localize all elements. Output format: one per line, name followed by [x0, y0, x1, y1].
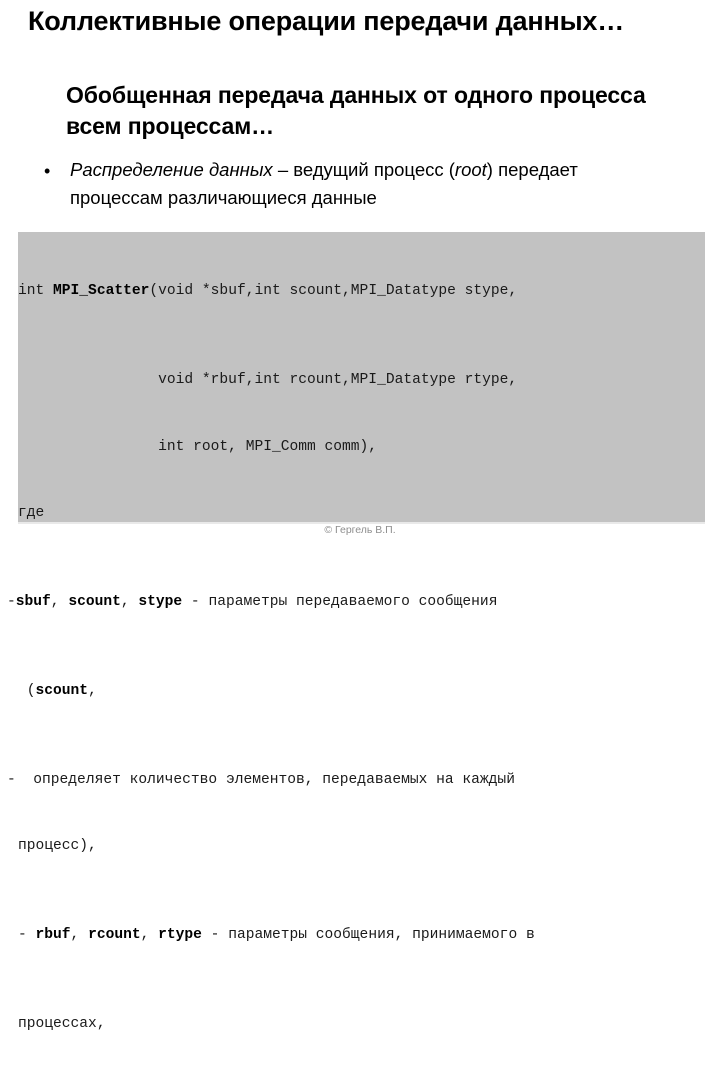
code-param-scount-2: scount [35, 682, 89, 699]
slide-subheading: Обобщенная передача данных от одного про… [66, 82, 646, 139]
code-param-rcount: rcount [88, 927, 141, 944]
code-fn-name: MPI_Scatter [53, 283, 150, 300]
bullet-emphasis-2: root [454, 159, 487, 180]
code-line-6: (scount, [18, 680, 718, 702]
code-param-sbuf: sbuf [15, 594, 51, 611]
code-line-1: int MPI_Scatter(void *sbuf,int scount,MP… [18, 280, 718, 302]
code-line-1-args: (void *sbuf,int scount,MPI_Datatype styp… [149, 283, 518, 300]
code-line-7: - определяет количество элементов, перед… [7, 771, 515, 788]
code-block: int MPI_Scatter(void *sbuf,int scount,MP… [7, 236, 718, 1080]
bullet-plain-1: – ведущий процесс ( [272, 159, 455, 180]
bullet-marker-icon: • [44, 161, 51, 181]
code-comma-6: , [88, 682, 97, 699]
code-line-10: процессах, [18, 1015, 106, 1032]
code-sep-5a: , [50, 594, 69, 611]
code-dash-9: - [18, 927, 36, 944]
code-param-scount: scount [68, 594, 121, 611]
code-desc-5: - параметры передаваемого сообщения [182, 594, 498, 611]
code-line-9: - rbuf, rcount, rtype - параметры сообще… [18, 924, 718, 946]
code-param-rtype: rtype [158, 927, 202, 944]
code-line-5: -sbuf, scount, stype - параметры передав… [7, 591, 718, 613]
code-sep-5b: , [120, 594, 139, 611]
code-sep-9b: , [140, 927, 159, 944]
code-param-stype: stype [138, 594, 183, 611]
code-sep-9a: , [70, 927, 89, 944]
footer-copyright: © Гергель В.П. [324, 524, 396, 536]
slide-canvas: Коллективные операции передачи данных… О… [0, 0, 720, 1032]
code-line-4-gde: где [18, 505, 45, 522]
code-line-2: void *rbuf,int rcount,MPI_Datatype rtype… [18, 372, 518, 389]
code-desc-9: - параметры сообщения, принимаемого в [201, 927, 535, 944]
bullet-emphasis-1: Распределение данных [70, 159, 273, 180]
code-line-3: int root, MPI_Comm comm), [18, 438, 378, 455]
bullet-text: Распределение данных – ведущий процесс (… [70, 156, 660, 212]
code-open-paren-6: ( [18, 682, 36, 699]
code-dash-5: - [7, 594, 16, 611]
bullet-item: • Распределение данных – ведущий процесс… [44, 156, 660, 212]
code-line-8: процесс), [18, 838, 97, 855]
slide-title: Коллективные операции передачи данных… [28, 6, 625, 36]
code-param-rbuf: rbuf [35, 927, 71, 944]
code-keyword-int: int [18, 283, 54, 300]
